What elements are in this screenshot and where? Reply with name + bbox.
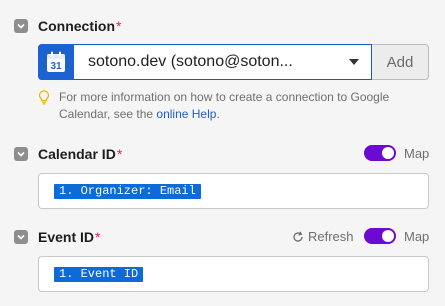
event-id-map-toggle[interactable] [364, 228, 396, 244]
event-id-label-text: Event ID [38, 229, 95, 245]
online-help-link[interactable]: online Help [156, 107, 216, 121]
event-id-map-label: Map [404, 229, 430, 244]
calendar-id-input[interactable]: 1. Organizer: Email [38, 173, 429, 209]
event-id-input[interactable]: 1. Event ID [38, 256, 429, 292]
required-marker: * [116, 18, 122, 34]
hint-suffix: . [216, 107, 220, 121]
calendar-id-label: Calendar ID* [38, 146, 122, 162]
required-marker: * [116, 146, 123, 162]
calendar-id-collapse-toggle[interactable] [14, 147, 28, 161]
google-calendar-icon: 31 [38, 43, 74, 80]
event-id-label: Event ID* [38, 229, 100, 245]
add-connection-button[interactable]: Add [372, 44, 429, 80]
chevron-down-icon [17, 23, 25, 29]
dropdown-caret-icon [349, 59, 359, 65]
calendar-id-label-text: Calendar ID [38, 146, 116, 162]
calendar-id-mapped-pill[interactable]: 1. Organizer: Email [54, 184, 201, 199]
refresh-icon [293, 231, 303, 242]
event-id-collapse-toggle[interactable] [14, 230, 28, 244]
connection-select-group: 31 sotono.dev (sotono@soton... Add [38, 43, 429, 80]
calendar-icon-number: 31 [50, 61, 62, 72]
connection-collapse-toggle[interactable] [14, 19, 28, 33]
lightbulb-icon [38, 90, 50, 105]
calendar-id-map-label: Map [404, 146, 430, 161]
event-id-mapped-pill[interactable]: 1. Event ID [54, 267, 144, 282]
hint-text: For more information on how to create a … [59, 90, 390, 121]
required-marker: * [95, 229, 101, 245]
chevron-down-icon [17, 234, 25, 240]
connection-label: Connection* [38, 18, 121, 34]
connection-label-text: Connection [38, 18, 115, 34]
connection-select[interactable]: 31 sotono.dev (sotono@soton... [38, 43, 372, 80]
refresh-label: Refresh [308, 229, 354, 244]
calendar-id-map-toggle[interactable] [364, 145, 396, 161]
chevron-down-icon [17, 151, 25, 157]
connection-hint: For more information on how to create a … [38, 89, 438, 123]
event-id-refresh-button[interactable]: Refresh [292, 229, 354, 244]
connection-selected-value: sotono.dev (sotono@soton... [88, 53, 293, 70]
